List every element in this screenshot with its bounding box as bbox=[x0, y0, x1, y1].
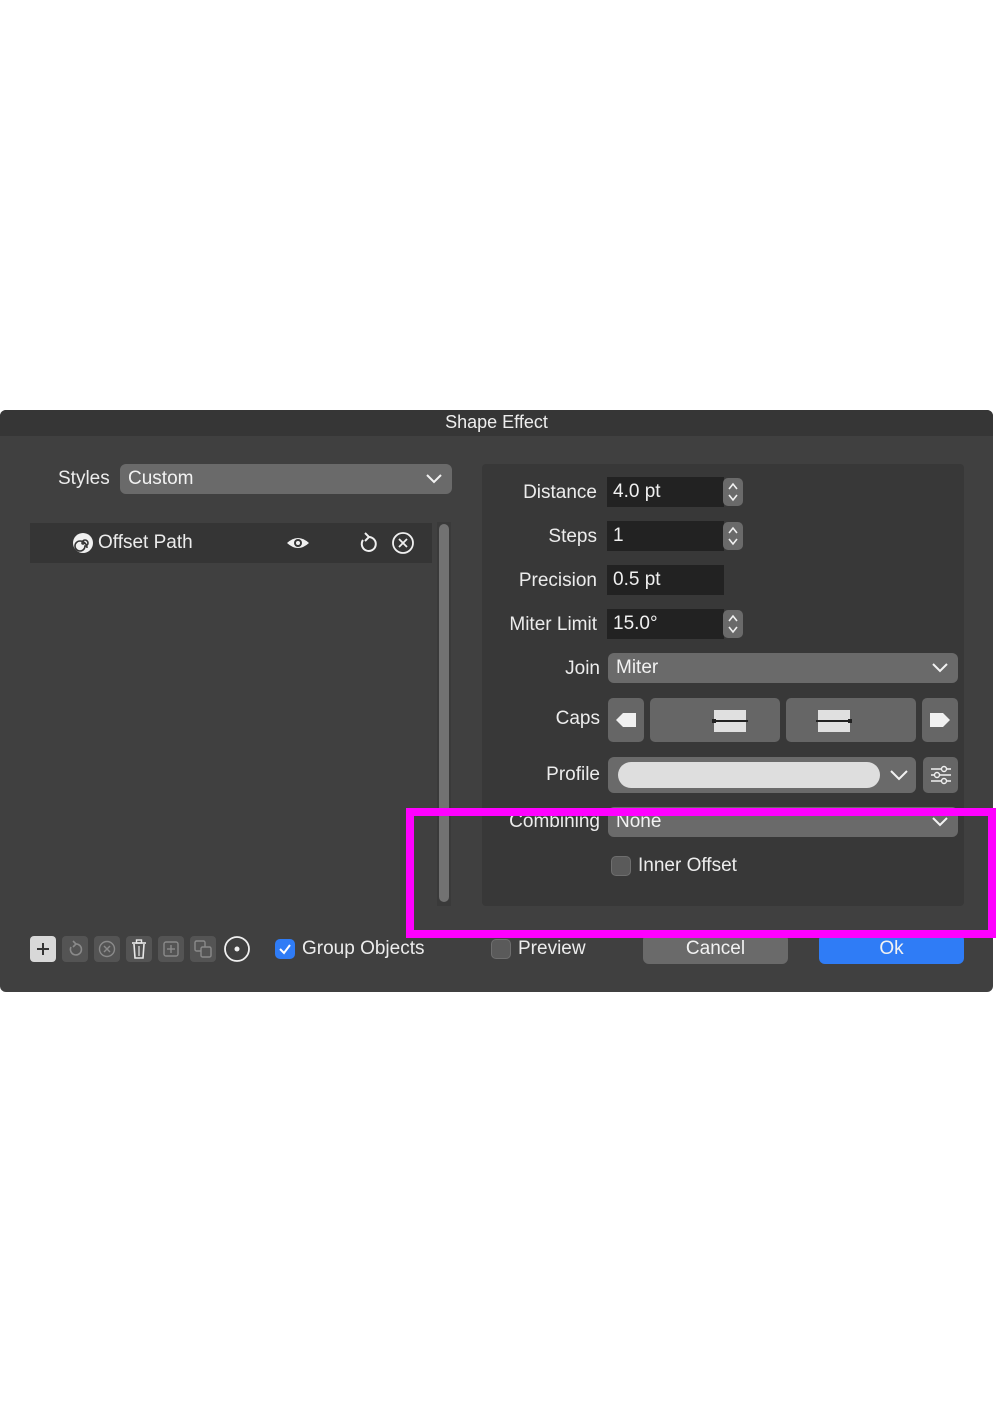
styles-value: Custom bbox=[128, 468, 194, 489]
cap-arrow-left-icon bbox=[616, 713, 636, 727]
profile-popup[interactable] bbox=[608, 757, 916, 793]
distance-label: Distance bbox=[523, 482, 597, 503]
caps-label: Caps bbox=[555, 708, 600, 729]
reset-icon bbox=[69, 940, 83, 956]
duplicate-icon bbox=[163, 941, 179, 957]
miter-limit-field[interactable]: 15.0° bbox=[607, 609, 724, 639]
steps-stepper[interactable] bbox=[723, 522, 743, 550]
remove-effect-button[interactable] bbox=[94, 936, 120, 962]
distance-stepper[interactable] bbox=[723, 478, 743, 506]
reset-effect-button[interactable] bbox=[62, 936, 88, 962]
cap-butt-button[interactable] bbox=[650, 698, 780, 742]
trash-icon bbox=[132, 939, 146, 959]
highlight-box bbox=[406, 808, 996, 938]
distance-field[interactable]: 4.0 pt bbox=[607, 477, 724, 507]
group-objects-checkbox[interactable] bbox=[275, 939, 295, 959]
join-value: Miter bbox=[616, 657, 659, 678]
join-label: Join bbox=[565, 658, 600, 679]
steps-field[interactable]: 1 bbox=[607, 521, 724, 551]
styles-popup[interactable]: Custom bbox=[120, 464, 452, 494]
ok-button[interactable]: Ok bbox=[819, 934, 964, 964]
cancel-button[interactable]: Cancel bbox=[643, 934, 788, 964]
reset-icon[interactable] bbox=[357, 531, 379, 555]
group-objects-label: Group Objects bbox=[302, 938, 425, 959]
effect-label: Offset Path bbox=[98, 532, 193, 553]
checkmark-icon bbox=[279, 944, 291, 955]
square-cap-icon bbox=[816, 710, 852, 732]
precision-field[interactable]: 0.5 pt bbox=[607, 565, 724, 595]
chevron-down-icon bbox=[426, 474, 442, 484]
preview-checkbox[interactable] bbox=[491, 939, 511, 959]
cap-arrow-right-icon bbox=[930, 713, 950, 727]
close-circle-icon[interactable] bbox=[391, 531, 415, 555]
target-icon[interactable] bbox=[223, 935, 251, 963]
dialog-title: Shape Effect bbox=[0, 410, 993, 436]
profile-settings-button[interactable] bbox=[923, 757, 958, 793]
miter-limit-stepper[interactable] bbox=[723, 610, 743, 638]
cap-square-button[interactable] bbox=[786, 698, 916, 742]
preview-label: Preview bbox=[518, 938, 586, 959]
butt-cap-icon bbox=[712, 710, 748, 732]
join-popup[interactable]: Miter bbox=[608, 653, 958, 683]
sliders-icon bbox=[931, 765, 951, 785]
cap-start-button[interactable] bbox=[608, 698, 644, 742]
steps-label: Steps bbox=[548, 526, 597, 547]
cap-end-button[interactable] bbox=[922, 698, 958, 742]
miter-limit-label: Miter Limit bbox=[509, 614, 597, 635]
duplicate-button[interactable] bbox=[158, 936, 184, 962]
add-icon bbox=[37, 943, 49, 955]
effect-row-offset-path[interactable]: Offset Path bbox=[30, 523, 432, 563]
eye-icon[interactable] bbox=[286, 533, 310, 553]
add-effect-button[interactable] bbox=[30, 936, 56, 962]
spiral-icon bbox=[73, 533, 93, 553]
copy-icon bbox=[194, 940, 212, 958]
copy-style-button[interactable] bbox=[190, 936, 216, 962]
delete-button[interactable] bbox=[126, 936, 152, 962]
precision-label: Precision bbox=[518, 570, 597, 591]
styles-label: Styles bbox=[58, 468, 110, 489]
profile-preview bbox=[618, 762, 880, 788]
close-circle-icon bbox=[98, 940, 116, 958]
chevron-down-icon bbox=[932, 663, 948, 673]
chevron-down-icon bbox=[890, 770, 908, 781]
profile-label: Profile bbox=[546, 764, 600, 785]
